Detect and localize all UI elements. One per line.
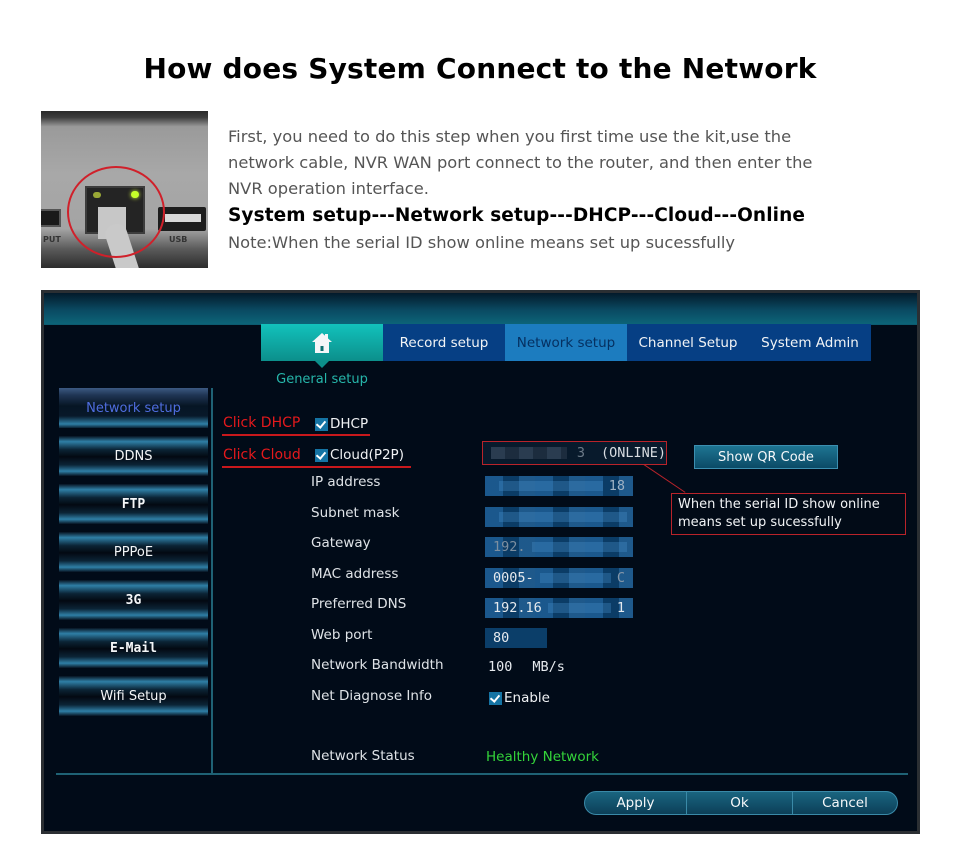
- cloud-p2p-checkbox[interactable]: Cloud(P2P): [315, 447, 404, 463]
- tab-channel-setup[interactable]: Channel Setup: [627, 324, 749, 361]
- show-qr-code-button[interactable]: Show QR Code: [694, 445, 838, 469]
- network-bandwidth-label: Network Bandwidth: [311, 657, 444, 673]
- apply-button[interactable]: Apply: [584, 791, 687, 815]
- ip-address-input[interactable]: 18: [485, 476, 633, 496]
- enable-label: Enable: [504, 690, 550, 706]
- gateway-head: 192.: [493, 539, 526, 555]
- serial-tail: 3: [576, 445, 585, 461]
- online-callout: When the serial ID show online means set…: [671, 493, 906, 535]
- annotation-underline: [222, 434, 370, 436]
- title-bar: [44, 293, 917, 325]
- annotation-click-dhcp: Click DHCP: [223, 415, 301, 431]
- dhcp-label: DHCP: [330, 416, 369, 432]
- side-item-ftp[interactable]: FTP: [59, 484, 208, 524]
- port-label-put: PUT: [43, 235, 61, 244]
- annotation-click-cloud: Click Cloud: [223, 447, 301, 463]
- home-icon: [312, 332, 332, 353]
- net-diagnose-label: Net Diagnose Info: [311, 688, 432, 704]
- side-item-pppoe[interactable]: PPPoE: [59, 532, 208, 572]
- current-section-label: General setup: [276, 372, 368, 387]
- mac-address-label: MAC address: [311, 566, 399, 582]
- side-menu: Network setup DDNS FTP PPPoE 3G E-Mail W…: [59, 388, 210, 724]
- gateway-label: Gateway: [311, 535, 371, 551]
- intro-line: NVR operation interface.: [228, 179, 429, 198]
- setup-steps: System setup---Network setup---DHCP---Cl…: [228, 205, 806, 226]
- intro-line: First, you need to do this step when you…: [228, 127, 792, 146]
- web-port-label: Web port: [311, 627, 373, 643]
- dhcp-checkbox[interactable]: DHCP: [315, 416, 368, 432]
- preferred-dns-input[interactable]: 192.16 1: [485, 598, 633, 618]
- checkbox-checked-icon: [315, 417, 328, 431]
- subnet-mask-input[interactable]: [485, 507, 633, 527]
- network-status-label: Network Status: [311, 748, 415, 764]
- ip-address-tail: 18: [608, 478, 625, 494]
- masked-value: [539, 573, 611, 583]
- checkbox-checked-icon: [315, 448, 328, 462]
- masked-value: [499, 481, 603, 491]
- annotation-underline: [222, 466, 411, 468]
- gateway-input[interactable]: 192.: [485, 537, 633, 557]
- callout-pointer: [643, 464, 686, 493]
- cloud-label: Cloud(P2P): [330, 447, 404, 463]
- serial-id-field: 3 (ONLINE): [482, 441, 667, 465]
- subnet-mask-label: Subnet mask: [311, 505, 400, 521]
- side-item-email[interactable]: E-Mail: [59, 628, 208, 668]
- dns-head: 192.16: [493, 600, 542, 616]
- net-diagnose-enable-checkbox[interactable]: Enable: [489, 690, 550, 706]
- tab-system-admin[interactable]: System Admin: [749, 324, 871, 361]
- bandwidth-unit: MB/s: [532, 659, 565, 675]
- mac-address-head: 0005-: [493, 570, 534, 586]
- intro-text: First, you need to do this step when you…: [228, 124, 928, 257]
- intro-line: network cable, NVR WAN port connect to t…: [228, 153, 813, 172]
- bandwidth-number: 100: [488, 659, 513, 675]
- mac-address-input[interactable]: 0005- C: [485, 568, 633, 588]
- highlight-circle: [67, 166, 165, 258]
- dns-tail: 1: [616, 600, 625, 616]
- hdmi-port: [41, 209, 61, 227]
- main-tabs: Record setup Network setup Channel Setup…: [261, 324, 871, 368]
- tab-general-setup[interactable]: [261, 324, 383, 368]
- side-item-wifi-setup[interactable]: Wifi Setup: [59, 676, 208, 716]
- serial-status: (ONLINE): [600, 445, 666, 461]
- tab-network-setup[interactable]: Network setup: [505, 324, 627, 361]
- mac-address-tail: C: [616, 570, 625, 586]
- dialog-buttons: Apply Ok Cancel: [584, 791, 898, 815]
- side-item-3g[interactable]: 3G: [59, 580, 208, 620]
- masked-value: [547, 603, 611, 613]
- masked-value: [531, 542, 627, 552]
- masked-value: [499, 512, 627, 522]
- usb-port: [158, 207, 206, 231]
- tab-record-setup[interactable]: Record setup: [383, 324, 505, 361]
- masked-serial: [491, 447, 567, 459]
- checkbox-checked-icon: [489, 691, 502, 705]
- cancel-button[interactable]: Cancel: [793, 791, 898, 815]
- divider-vertical: [211, 388, 213, 773]
- ok-button[interactable]: Ok: [687, 791, 793, 815]
- side-item-network-setup[interactable]: Network setup: [59, 388, 208, 428]
- network-status-value: Healthy Network: [486, 749, 599, 765]
- preferred-dns-label: Preferred DNS: [311, 596, 407, 612]
- divider-horizontal: [56, 773, 908, 775]
- nvr-port-photo: PUT USB: [41, 111, 208, 268]
- port-label-usb: USB: [169, 235, 188, 244]
- nvr-network-setup-screen: Record setup Network setup Channel Setup…: [41, 290, 920, 834]
- setup-note: Note:When the serial ID show online mean…: [228, 233, 736, 252]
- side-item-ddns[interactable]: DDNS: [59, 436, 208, 476]
- network-bandwidth-value: 100 MB/s: [488, 659, 565, 675]
- ip-address-label: IP address: [311, 474, 381, 490]
- page-title: How does System Connect to the Network: [143, 52, 817, 85]
- web-port-input[interactable]: 80: [485, 628, 547, 648]
